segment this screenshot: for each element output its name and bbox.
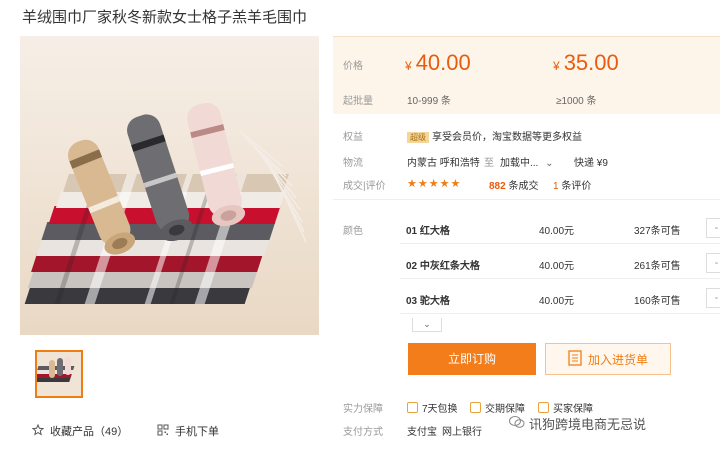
scarf-stack-illustration — [20, 36, 319, 335]
order-now-button[interactable]: 立即订购 — [408, 343, 536, 375]
batch-label: 起批量 — [343, 96, 373, 107]
color-stock: 160条可售 — [634, 296, 681, 307]
chevron-down-icon: ⌄ — [423, 319, 431, 329]
color-name: 01 红大格 — [406, 226, 450, 237]
product-title: 羊绒围巾厂家秋冬新款女士格子羔羊毛围巾 — [22, 9, 308, 26]
add-to-cart-label: 加入进货单 — [587, 352, 648, 367]
mobile-order-label: 手机下单 — [175, 426, 219, 438]
rating-stars: ★★★★★ — [407, 178, 462, 190]
quantity-decrement-button[interactable]: - — [706, 218, 720, 238]
thumbnail-image — [37, 352, 81, 396]
chevron-down-icon: ⌄ — [545, 158, 554, 169]
ship-to-select[interactable]: 加载中... ⌄ — [500, 154, 554, 169]
currency-symbol: ¥ — [405, 59, 412, 73]
shield-icon — [538, 402, 549, 413]
tier2-price: ¥35.00 — [553, 50, 619, 76]
tier2-price-value: 35.00 — [563, 50, 619, 75]
guarantee-item[interactable]: 7天包换 — [407, 400, 458, 415]
guarantee-text: 7天包换 — [422, 404, 458, 415]
favorite-label: 收藏产品（49） — [50, 426, 129, 438]
watermark-text: 讯狗跨境电商无忌说 — [529, 417, 647, 432]
add-to-cart-button[interactable]: 加入进货单 — [545, 343, 671, 375]
tier2-qty: ≥1000 条 — [556, 96, 597, 107]
deals-count[interactable]: 882 条成交 — [489, 177, 538, 192]
guarantee-text: 交期保障 — [485, 404, 525, 415]
wechat-icon — [509, 415, 525, 432]
exchange-icon — [407, 402, 418, 413]
star-outline-icon — [31, 423, 45, 439]
expand-colors-button[interactable]: ⌄ — [412, 318, 442, 332]
price-panel — [333, 36, 720, 114]
rights-value: 超级 享受会员价，淘宝数据等更多权益 — [407, 128, 582, 143]
favorite-product-button[interactable]: 收藏产品（49） — [31, 423, 129, 439]
express-fee: 快递 ¥9 — [574, 158, 608, 169]
reviews-count[interactable]: 1 条评价 — [553, 177, 591, 192]
rights-text: 享受会员价，淘宝数据等更多权益 — [432, 132, 582, 143]
reviews-number: 1 — [553, 181, 559, 192]
color-label: 颜色 — [343, 226, 363, 237]
tier1-price: ¥40.00 — [405, 50, 471, 76]
deals-suffix: 条成交 — [508, 181, 539, 192]
color-stock: 261条可售 — [634, 261, 681, 272]
shipping-label: 物流 — [343, 158, 363, 169]
color-price: 40.00元 — [539, 296, 575, 307]
color-price: 40.00元 — [539, 261, 575, 272]
shipping-from: 内蒙古 呼和浩特 — [407, 158, 480, 169]
deals-number: 882 — [489, 181, 506, 192]
color-name: 02 中灰红条大格 — [406, 261, 480, 272]
rating-label: 成交|评价 — [343, 181, 386, 192]
quantity-decrement-button[interactable]: - — [706, 253, 720, 273]
reviews-suffix: 条评价 — [561, 181, 592, 192]
color-price: 40.00元 — [539, 226, 575, 237]
color-option-row[interactable]: 03 驼大格 40.00元 160条可售 - — [400, 280, 720, 314]
rights-label: 权益 — [343, 132, 363, 143]
ship-to-value: 加载中... — [500, 158, 539, 169]
color-stock: 327条可售 — [634, 226, 681, 237]
divider — [333, 199, 720, 200]
guarantee-item[interactable]: 买家保障 — [538, 400, 593, 415]
tier1-qty: 10-999 条 — [407, 96, 451, 107]
mobile-order-button[interactable]: 手机下单 — [157, 423, 219, 439]
color-option-row[interactable]: 02 中灰红条大格 40.00元 261条可售 - — [400, 245, 720, 279]
tier1-price-value: 40.00 — [415, 50, 471, 75]
product-main-image[interactable] — [20, 36, 319, 335]
ship-to-icon: 至 — [484, 158, 494, 169]
watermark: 讯狗跨境电商无忌说 — [509, 414, 646, 433]
payment-method: 支付宝 — [407, 427, 437, 438]
guarantee-item[interactable]: 交期保障 — [470, 400, 525, 415]
color-option-row[interactable]: 01 红大格 40.00元 327条可售 - — [400, 210, 720, 244]
list-icon — [568, 349, 582, 369]
super-member-badge: 超级 — [407, 132, 429, 143]
guarantee-text: 买家保障 — [553, 404, 593, 415]
product-thumbnail[interactable] — [35, 350, 83, 398]
payment-label: 支付方式 — [343, 427, 383, 438]
clock-icon — [470, 402, 481, 413]
guarantee-label: 实力保障 — [343, 404, 383, 415]
color-name: 03 驼大格 — [406, 296, 450, 307]
price-label: 价格 — [343, 61, 363, 72]
payment-method: 网上银行 — [442, 427, 482, 438]
qrcode-icon — [157, 424, 169, 439]
quantity-decrement-button[interactable]: - — [706, 288, 720, 308]
currency-symbol: ¥ — [553, 59, 560, 73]
